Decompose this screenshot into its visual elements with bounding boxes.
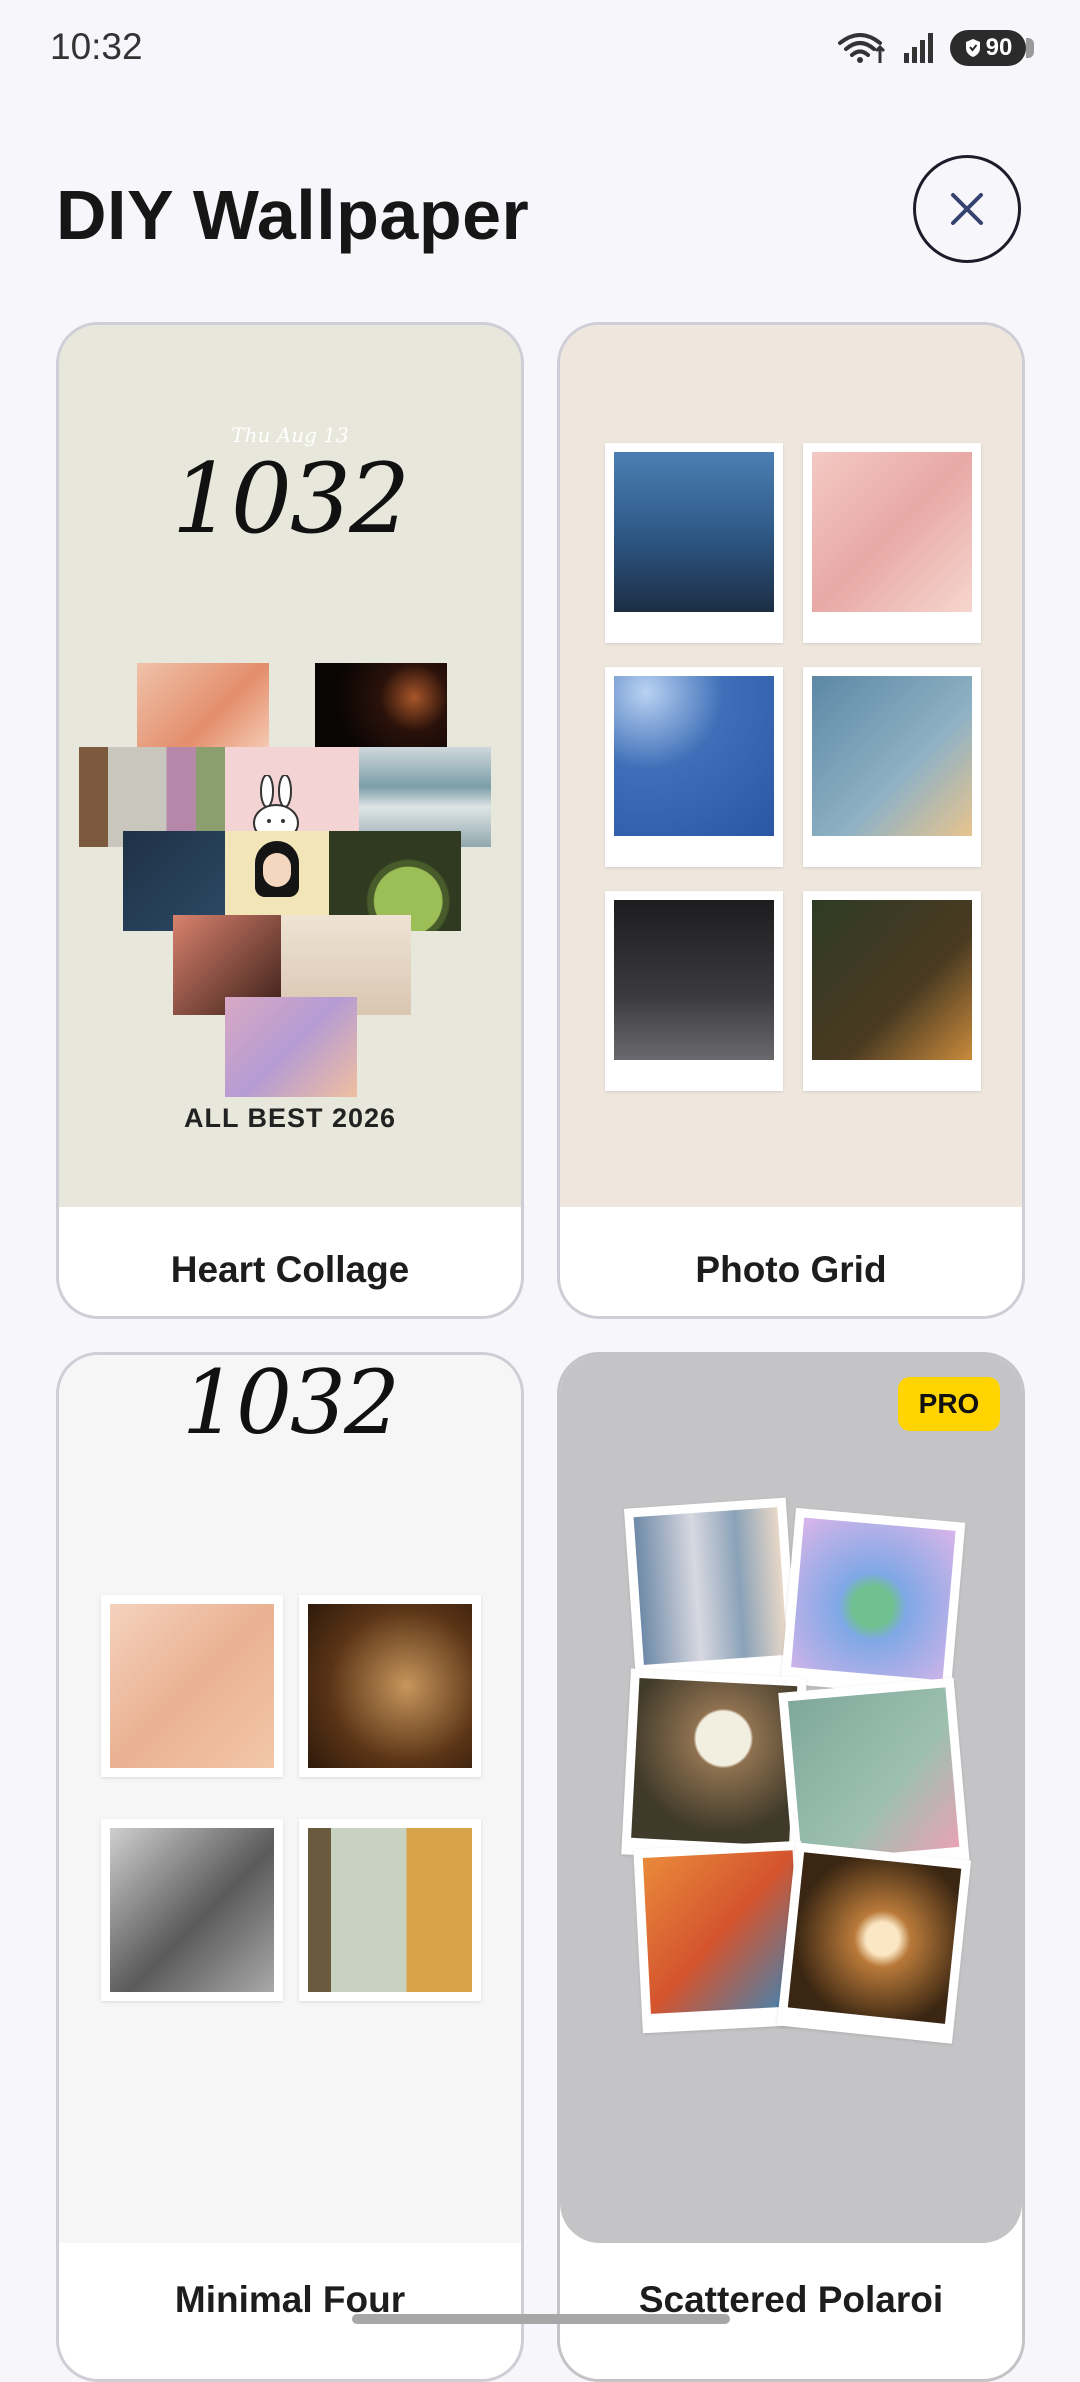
collage-photo (137, 663, 269, 749)
grid-photo (803, 443, 981, 643)
close-icon (951, 193, 983, 225)
status-icons: 90 (836, 30, 1034, 66)
collage-photo (315, 663, 447, 749)
template-preview: 1032 (59, 1355, 521, 2243)
collage-photo (225, 997, 357, 1097)
scatter-photo (623, 1497, 799, 1687)
minimal-photo (299, 1595, 481, 1777)
signal-icon (904, 33, 933, 63)
grid-photo (803, 891, 981, 1091)
template-name: Photo Grid (695, 1249, 887, 1290)
grid-photo (605, 667, 783, 867)
template-card-photo-grid[interactable]: Photo Grid (557, 322, 1025, 1319)
home-indicator[interactable] (352, 2314, 730, 2324)
status-time: 10:32 (50, 26, 143, 67)
template-preview (560, 325, 1022, 1207)
template-card-minimal-four[interactable]: 1032 Minimal Four (56, 1352, 524, 2382)
scatter-photo (780, 1507, 966, 1699)
minimal-photo (101, 1819, 283, 2001)
grid-photo (605, 443, 783, 643)
template-card-scattered-polaroid[interactable]: PRO Scattered Polaroi (557, 1352, 1025, 2382)
preview-time: 1032 (171, 443, 410, 555)
close-button[interactable] (913, 155, 1021, 263)
template-preview: PRO (560, 1355, 1022, 2243)
preview-footer: ALL BEST 2026 (183, 1103, 397, 1133)
battery-level: 90 (985, 34, 1013, 61)
status-bar: 10:32 90 (0, 0, 1080, 100)
scatter-photo (776, 1842, 972, 2044)
template-preview: Thu Aug 13 1032 ALL BEST 2026 (59, 325, 521, 1207)
preview-time: 1032 (182, 1352, 400, 1454)
battery-icon: 90 (950, 30, 1034, 66)
template-name: Heart Collage (170, 1249, 410, 1290)
wifi-icon (838, 33, 886, 63)
grid-photo (803, 667, 981, 867)
shield-icon (965, 39, 980, 57)
minimal-photo (101, 1595, 283, 1777)
grid-photo (605, 891, 783, 1091)
minimal-photo (299, 1819, 481, 2001)
page-title: DIY Wallpaper (56, 176, 530, 254)
pro-badge: PRO (898, 1377, 1000, 1431)
template-card-heart-collage[interactable]: Thu Aug 13 1032 ALL BEST 2026 Heart Coll… (56, 322, 524, 1319)
